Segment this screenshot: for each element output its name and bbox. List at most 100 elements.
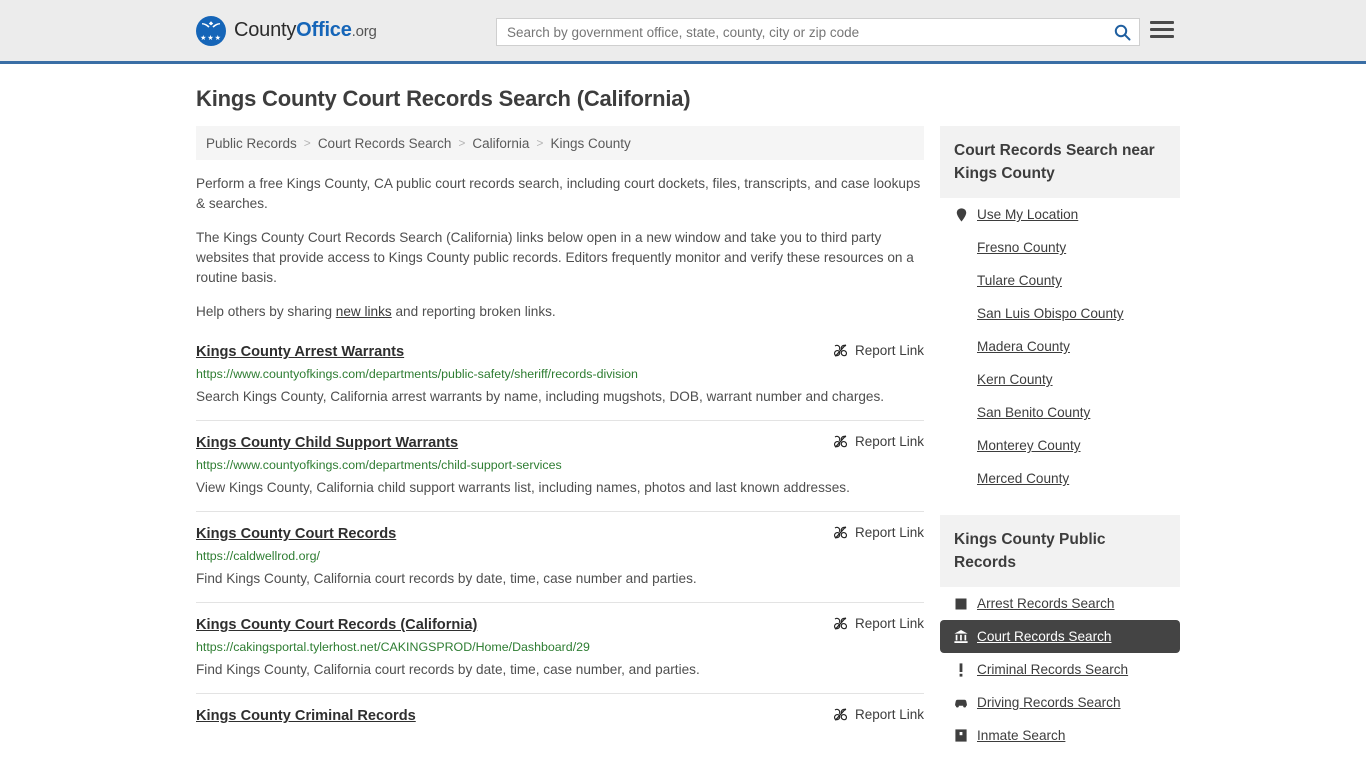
- result-url: https://www.countyofkings.com/department…: [196, 458, 562, 472]
- report-link-button[interactable]: Report Link: [833, 524, 924, 540]
- intro-p3-before: Help others by sharing: [196, 304, 336, 319]
- no-icon: [954, 340, 968, 354]
- report-link-label: Report Link: [854, 525, 924, 540]
- sidebar-list-item: Kern County: [940, 363, 1180, 396]
- sidebar-item-criminal-records-search[interactable]: Criminal Records Search: [940, 653, 1180, 686]
- sidebar-list-item: Fresno County: [940, 231, 1180, 264]
- result-item: Kings County Court Records (California) R…: [196, 602, 924, 693]
- eagle-glyph-icon: [202, 20, 220, 28]
- result-url: https://cakingsportal.tylerhost.net/CAKI…: [196, 640, 590, 654]
- sidebar: Court Records Search near Kings County U…: [940, 126, 1180, 758]
- broken-link-icon: [833, 344, 847, 357]
- sidebar-list-item: San Benito County: [940, 396, 1180, 429]
- no-icon: [954, 373, 968, 387]
- result-item: Kings County Court Records Report Link htt…: [196, 511, 924, 602]
- result-title-link[interactable]: Kings County Criminal Records: [196, 706, 416, 726]
- hamburger-bar: [1150, 28, 1174, 31]
- search-input[interactable]: [497, 19, 1105, 45]
- logo-text-office: Office: [296, 19, 352, 41]
- sidebar-item-tulare-county[interactable]: Tulare County: [940, 264, 1180, 297]
- search-icon: [1114, 24, 1130, 40]
- search-button[interactable]: [1105, 19, 1139, 45]
- breadcrumb: Public Records > Court Records Search > Cali…: [196, 126, 924, 160]
- sidebar-list-item: Merced County: [940, 462, 1180, 495]
- no-icon: [954, 406, 968, 420]
- result-title-link[interactable]: Kings County Court Records: [196, 524, 396, 544]
- public-records-list: Arrest Records Search Court Records Searc…: [940, 587, 1180, 752]
- report-link-button[interactable]: Report Link: [833, 433, 924, 449]
- hamburger-menu-icon[interactable]: [1150, 21, 1174, 38]
- nearby-counties-list: Use My Location Fresno County Tulare Count…: [940, 198, 1180, 495]
- sidebar-item-label: Inmate Search: [977, 728, 1066, 743]
- result-title-link[interactable]: Kings County Court Records (California): [196, 615, 477, 635]
- nearby-counties-heading: Court Records Search near Kings County: [940, 126, 1180, 198]
- report-link-label: Report Link: [854, 616, 924, 631]
- square-icon: [954, 597, 968, 611]
- result-header: Kings County Child Support Warrants Repor…: [196, 433, 924, 453]
- result-item: Kings County Criminal Records Report Link: [196, 693, 924, 737]
- map-pin-icon: [954, 207, 968, 222]
- sidebar-item-label: Fresno County: [977, 240, 1067, 255]
- breadcrumb-item-public-records[interactable]: Public Records: [206, 136, 297, 151]
- broken-link-icon: [833, 708, 847, 721]
- sidebar-list-item: Driving Records Search: [940, 686, 1180, 719]
- sidebar-item-court-records-search[interactable]: Court Records Search: [940, 620, 1180, 653]
- page-body: Kings County Court Records Search (Calif…: [0, 86, 1366, 758]
- eagle-logo-icon: ★★★: [196, 15, 226, 46]
- report-link-button[interactable]: Report Link: [833, 615, 924, 631]
- sidebar-list-item: Use My Location: [940, 198, 1180, 231]
- sidebar-list-item: Court Records Search: [940, 620, 1180, 653]
- courthouse-icon: [954, 630, 968, 643]
- sidebar-item-madera-county[interactable]: Madera County: [940, 330, 1180, 363]
- result-header: Kings County Court Records Report Link: [196, 524, 924, 544]
- breadcrumb-separator: >: [303, 136, 311, 150]
- page-title: Kings County Court Records Search (Calif…: [196, 86, 691, 111]
- sidebar-item-label: Madera County: [977, 339, 1070, 354]
- result-item: Kings County Child Support Warrants Repor…: [196, 420, 924, 511]
- no-icon: [954, 274, 968, 288]
- breadcrumb-item-california[interactable]: California: [472, 136, 529, 151]
- result-description: Find Kings County, California court reco…: [196, 571, 697, 586]
- sidebar-item-driving-records-search[interactable]: Driving Records Search: [940, 686, 1180, 719]
- report-link-button[interactable]: Report Link: [833, 342, 924, 358]
- sidebar-item-arrest-records-search[interactable]: Arrest Records Search: [940, 587, 1180, 620]
- intro-p3-after: and reporting broken links.: [391, 304, 556, 319]
- sidebar-item-kern-county[interactable]: Kern County: [940, 363, 1180, 396]
- intro-paragraph-2: The Kings County Court Records Search (C…: [196, 230, 914, 285]
- sidebar-list-item: Monterey County: [940, 429, 1180, 462]
- sidebar-item-inmate-search[interactable]: Inmate Search: [940, 719, 1180, 752]
- sidebar-item-san-luis-obispo-county[interactable]: San Luis Obispo County: [940, 297, 1180, 330]
- car-icon: [955, 699, 967, 708]
- sidebar-item-merced-county[interactable]: Merced County: [940, 462, 1180, 495]
- intro-paragraph-1: Perform a free Kings County, CA public c…: [196, 176, 921, 211]
- site-logo[interactable]: ★★★ CountyOffice.org: [196, 15, 377, 46]
- sidebar-item-fresno-county[interactable]: Fresno County: [940, 231, 1180, 264]
- sidebar-list-item: Arrest Records Search: [940, 587, 1180, 620]
- result-title-link[interactable]: Kings County Arrest Warrants: [196, 342, 404, 362]
- result-header: Kings County Criminal Records Report Link: [196, 706, 924, 726]
- sidebar-item-use-my-location[interactable]: Use My Location: [940, 198, 1180, 231]
- sidebar-list-item: Madera County: [940, 330, 1180, 363]
- broken-link-icon: [833, 526, 847, 539]
- new-links-link[interactable]: new links: [336, 304, 392, 319]
- sidebar-item-monterey-county[interactable]: Monterey County: [940, 429, 1180, 462]
- sidebar-item-san-benito-county[interactable]: San Benito County: [940, 396, 1180, 429]
- search-bar: [496, 18, 1140, 46]
- sidebar-item-label: Driving Records Search: [977, 695, 1121, 710]
- square-icon: [955, 598, 967, 609]
- sidebar-item-label: Kern County: [977, 372, 1053, 387]
- breadcrumb-item-court-records-search[interactable]: Court Records Search: [318, 136, 452, 151]
- report-link-label: Report Link: [854, 707, 924, 722]
- result-title-link[interactable]: Kings County Child Support Warrants: [196, 433, 458, 453]
- sidebar-list-item: Inmate Search: [940, 719, 1180, 752]
- broken-link-icon: [833, 617, 847, 630]
- no-icon: [954, 241, 968, 255]
- sidebar-item-label: Merced County: [977, 471, 1070, 486]
- results-list: Kings County Arrest Warrants Report Link h…: [196, 340, 924, 737]
- sidebar-item-label: Use My Location: [977, 207, 1079, 222]
- result-header: Kings County Arrest Warrants Report Link: [196, 342, 924, 362]
- exclamation-icon: [959, 662, 963, 677]
- report-link-button[interactable]: Report Link: [833, 706, 924, 722]
- sidebar-item-label: San Benito County: [977, 405, 1091, 420]
